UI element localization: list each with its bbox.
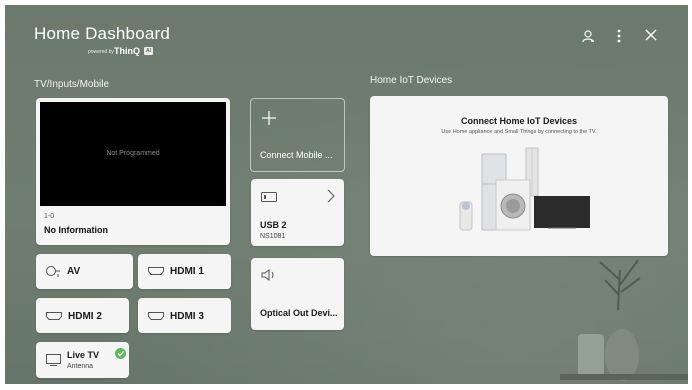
- optical-out-card[interactable]: Optical Out Devi...: [251, 258, 344, 330]
- input-av[interactable]: AV: [36, 254, 133, 289]
- live-tv-sub: Antenna: [67, 363, 94, 370]
- section-label-iot: Home IoT Devices: [370, 75, 453, 86]
- hdmi3-label: HDMI 3: [170, 311, 204, 322]
- ai-badge: AI: [144, 47, 153, 55]
- screenshot-frame-left: [0, 0, 5, 390]
- page-title: Home Dashboard: [34, 24, 171, 43]
- connect-mobile-button[interactable]: Connect Mobile ...: [250, 98, 345, 172]
- optical-label: Optical Out Devi...: [260, 308, 338, 318]
- screenshot-frame-right: [688, 0, 692, 390]
- decor-plant-vase-illustration: [560, 259, 688, 381]
- home-appliances-illustration: [459, 147, 590, 231]
- screenshot-frame-bottom: [0, 384, 692, 390]
- not-programmed-text: Not Programmed: [106, 150, 160, 157]
- input-hdmi-1[interactable]: HDMI 1: [138, 254, 231, 289]
- powered-by-text: powered by: [88, 49, 114, 55]
- close-icon[interactable]: [641, 26, 661, 46]
- usb-label: USB 2: [260, 220, 287, 230]
- screenshot-frame-top: [0, 0, 692, 5]
- program-info: No Information: [44, 225, 108, 235]
- connected-check-icon: [115, 348, 126, 359]
- input-hdmi-2[interactable]: HDMI 2: [36, 298, 129, 333]
- connect-mobile-label: Connect Mobile ...: [260, 150, 333, 160]
- live-tv-label: Live TV: [67, 350, 100, 360]
- hdmi-port-icon: [46, 312, 62, 320]
- thinq-logo: ThinQ: [114, 46, 140, 56]
- hdmi1-label: HDMI 1: [170, 266, 204, 277]
- iot-card-subtitle: Use Home appliance and Small Things by c…: [441, 129, 597, 135]
- plus-icon: [262, 111, 276, 125]
- input-hdmi-3[interactable]: HDMI 3: [138, 298, 231, 333]
- iot-card-title: Connect Home IoT Devices: [460, 116, 578, 126]
- hdmi-port-icon: [148, 312, 164, 320]
- account-icon[interactable]: [578, 26, 598, 46]
- hdmi2-label: HDMI 2: [68, 311, 102, 322]
- chevron-right-icon: [327, 189, 335, 203]
- tv-preview-screen: Not Programmed: [40, 102, 226, 206]
- more-options-icon[interactable]: [609, 26, 629, 46]
- connect-iot-card[interactable]: Connect Home IoT Devices Use Home applia…: [370, 96, 668, 256]
- channel-number: 1-0: [44, 213, 55, 220]
- tv-card[interactable]: Not Programmed 1-0 No Information: [36, 98, 230, 245]
- usb-2-card[interactable]: USB 2 NS1081: [251, 179, 344, 246]
- usb-drive-icon: [261, 192, 277, 202]
- speaker-icon: [261, 269, 274, 281]
- av-label: AV: [67, 266, 81, 277]
- section-label-inputs: TV/Inputs/Mobile: [34, 79, 110, 90]
- usb-sub: NS1081: [260, 233, 286, 240]
- av-input-icon: [46, 266, 60, 277]
- tv-icon: [46, 354, 61, 366]
- hdmi-port-icon: [148, 267, 164, 275]
